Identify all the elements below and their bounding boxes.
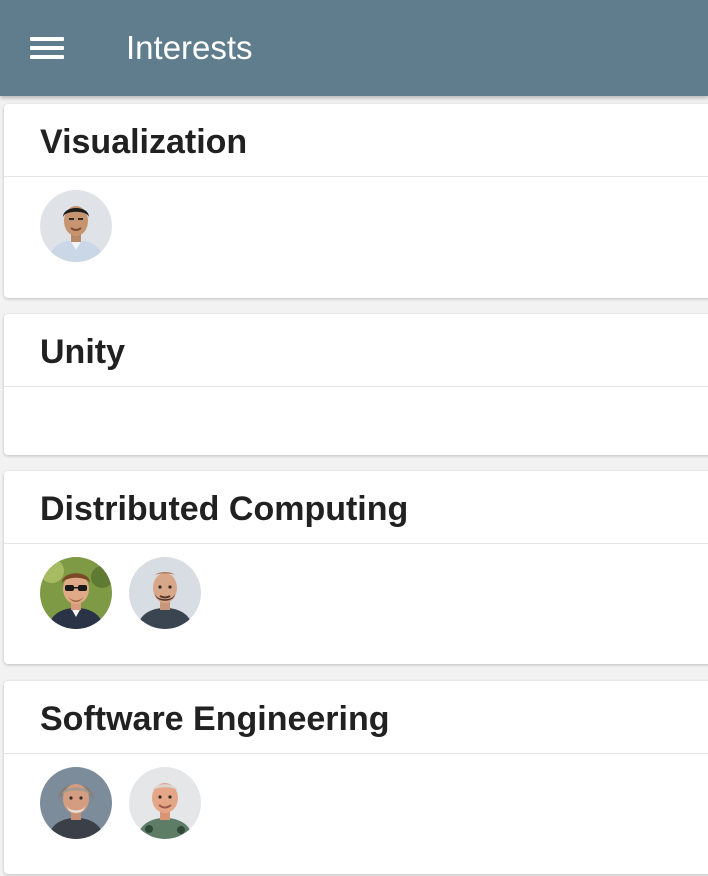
card-divider xyxy=(4,543,708,544)
interest-card-software-engineering[interactable]: Software Engineering xyxy=(4,681,708,874)
interest-title: Visualization xyxy=(40,123,248,161)
person-avatar-icon xyxy=(40,190,112,262)
interest-title: Software Engineering xyxy=(40,700,390,738)
card-divider xyxy=(4,753,708,754)
person-avatar-icon xyxy=(40,557,112,629)
app-bar: Interests xyxy=(0,0,708,96)
interest-title: Unity xyxy=(40,333,125,371)
card-divider xyxy=(4,176,708,177)
person-avatar-icon xyxy=(129,767,201,839)
card-divider xyxy=(4,386,708,387)
avatar[interactable] xyxy=(40,767,112,839)
interest-card-distributed-computing[interactable]: Distributed Computing xyxy=(4,471,708,664)
avatar[interactable] xyxy=(129,557,201,629)
interest-card-visualization[interactable]: Visualization xyxy=(4,104,708,298)
interests-list: Visualization Unity Distributed Computin… xyxy=(0,0,708,876)
avatar[interactable] xyxy=(40,190,112,262)
avatar[interactable] xyxy=(40,557,112,629)
avatar[interactable] xyxy=(129,767,201,839)
interest-title: Distributed Computing xyxy=(40,490,409,528)
menu-button[interactable] xyxy=(22,24,72,72)
interest-card-unity[interactable]: Unity xyxy=(4,314,708,455)
person-avatar-icon xyxy=(40,767,112,839)
person-avatar-icon xyxy=(129,557,201,629)
page-title: Interests xyxy=(126,29,253,66)
